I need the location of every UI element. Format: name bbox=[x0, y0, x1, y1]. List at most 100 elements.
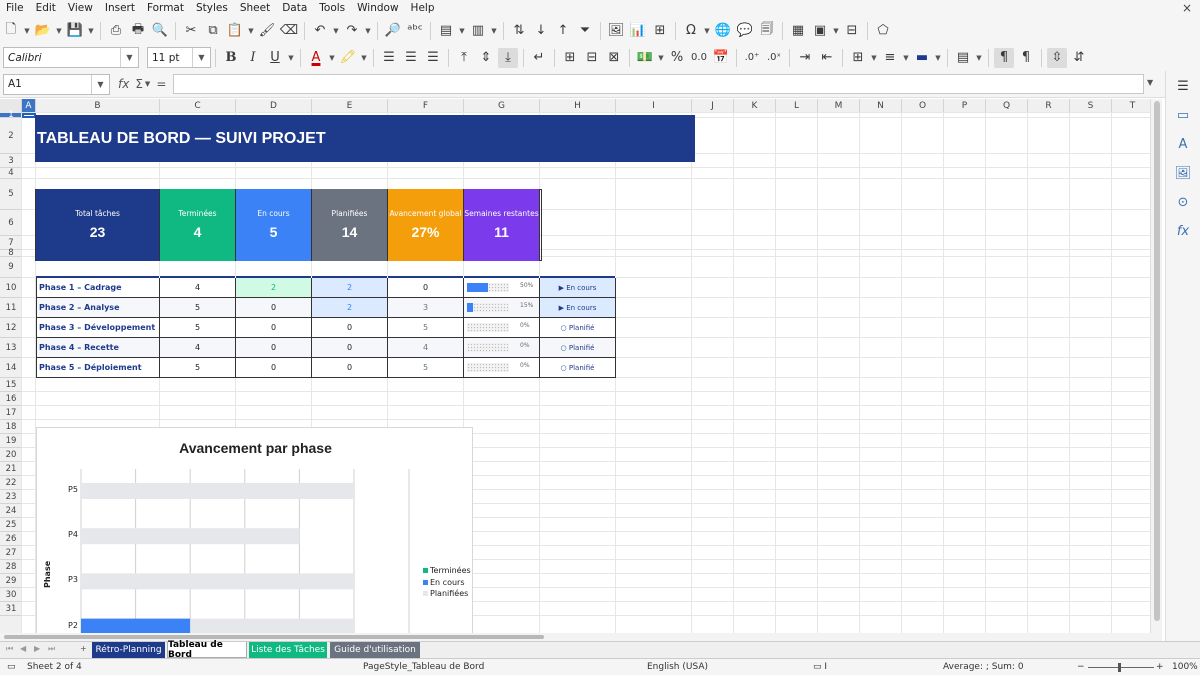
gallery-icon[interactable]: 🖼 bbox=[1174, 164, 1192, 182]
autofilter-icon[interactable]: ⏷ bbox=[575, 21, 595, 41]
column-header-i[interactable]: I bbox=[616, 99, 692, 113]
dashboard-title[interactable]: TABLEAU DE BORD — SUIVI PROJET bbox=[35, 115, 695, 162]
zoom-level[interactable]: 100% bbox=[1172, 662, 1198, 672]
redo-icon[interactable]: ↷ bbox=[342, 21, 362, 41]
prev-sheet-icon[interactable]: ◀ bbox=[20, 644, 26, 653]
pivot-table-icon[interactable]: ⊞ bbox=[650, 21, 670, 41]
chart-bar-planifiées[interactable] bbox=[81, 528, 300, 545]
phase-table-cell[interactable]: 0 bbox=[388, 278, 464, 298]
delete-decimal-icon[interactable]: .0ˣ bbox=[764, 48, 784, 68]
phase-table-cell[interactable]: 50% bbox=[464, 278, 540, 298]
chart-bar-planifiées[interactable] bbox=[81, 483, 354, 499]
show-draw-functions-icon[interactable]: ⬠ bbox=[873, 21, 893, 41]
border-style-icon[interactable]: ≡ bbox=[880, 48, 900, 68]
phase-table-cell[interactable]: 5 bbox=[160, 298, 236, 318]
underline-icon[interactable]: U bbox=[265, 48, 285, 68]
paste-icon[interactable]: 📋 bbox=[225, 21, 245, 41]
menu-file[interactable]: File bbox=[0, 0, 30, 17]
row-header-18[interactable]: 18 bbox=[0, 420, 22, 434]
chart-bar-planifiées[interactable] bbox=[190, 618, 354, 633]
column-header-r[interactable]: R bbox=[1028, 99, 1070, 113]
freeze-rows-columns-icon[interactable]: ▣ bbox=[810, 21, 830, 41]
insert-chart-icon[interactable]: 📊 bbox=[628, 21, 648, 41]
font-color-dropdown-icon[interactable]: ▼ bbox=[327, 48, 337, 68]
chart-legend-item[interactable]: Planifiées bbox=[423, 589, 468, 598]
next-sheet-icon[interactable]: ▶ bbox=[34, 644, 40, 653]
zoom-slider-knob[interactable] bbox=[1118, 663, 1121, 672]
menu-format[interactable]: Format bbox=[141, 0, 190, 17]
percent-format-icon[interactable]: % bbox=[667, 48, 687, 68]
save-dropdown-icon[interactable]: ▼ bbox=[86, 21, 96, 41]
phase-table-cell[interactable]: 0% bbox=[464, 338, 540, 358]
column-header-s[interactable]: S bbox=[1070, 99, 1112, 113]
conditional-format-icon[interactable]: ▤ bbox=[953, 48, 973, 68]
menu-tools[interactable]: Tools bbox=[313, 0, 351, 17]
special-character-icon[interactable]: Ω bbox=[681, 21, 701, 41]
column-header-a[interactable]: A bbox=[22, 99, 36, 113]
phase-table-cell[interactable]: ○ Planifié bbox=[540, 338, 616, 358]
column-dropdown-icon[interactable]: ▼ bbox=[489, 21, 499, 41]
spreadsheet-grid[interactable]: ABCDEFGHIJKLMNOPQRST 1 2 3 4 5 6 7 8 9 10 11 12 13 14… bbox=[0, 99, 1162, 633]
increase-indent-icon[interactable]: ⇥ bbox=[795, 48, 815, 68]
open-dropdown-icon[interactable]: ▼ bbox=[54, 21, 64, 41]
phase-table-cell[interactable]: Phase 2 – Analyse bbox=[36, 298, 160, 318]
column-header-q[interactable]: Q bbox=[986, 99, 1028, 113]
align-bottom-icon[interactable]: ⤓ bbox=[498, 47, 518, 68]
phase-table-cell[interactable]: ▶ En cours bbox=[540, 298, 616, 318]
sheet-tab[interactable]: Tableau de Bord bbox=[167, 640, 247, 660]
column-header-o[interactable]: O bbox=[902, 99, 944, 113]
align-right-icon[interactable]: ☰ bbox=[423, 48, 443, 68]
row-header-13[interactable]: 13 bbox=[0, 338, 22, 358]
phase-table-cell[interactable]: 0 bbox=[236, 298, 312, 318]
phase-table-cell[interactable]: ▶ En cours bbox=[540, 278, 616, 298]
sort-icon[interactable]: ⇅ bbox=[509, 21, 529, 41]
kpi-card[interactable]: Avancement global 27% bbox=[388, 189, 464, 261]
phase-table-cell[interactable]: 15% bbox=[464, 298, 540, 318]
font-name-dropdown-icon[interactable]: ▼ bbox=[120, 48, 138, 67]
phase-table-cell[interactable]: 4 bbox=[388, 338, 464, 358]
kpi-card[interactable]: Total tâches 23 bbox=[36, 189, 160, 261]
menu-edit[interactable]: Edit bbox=[30, 0, 62, 17]
border-style-dropdown-icon[interactable]: ▼ bbox=[901, 48, 911, 68]
row-header-29[interactable]: 29 bbox=[0, 574, 22, 588]
header-footer-icon[interactable]: 🗐 bbox=[757, 21, 777, 41]
row-header-5[interactable]: 5 bbox=[0, 179, 22, 210]
row-header-27[interactable]: 27 bbox=[0, 546, 22, 560]
column-header-m[interactable]: M bbox=[818, 99, 860, 113]
column-header-h[interactable]: H bbox=[540, 99, 616, 113]
merge-center-icon[interactable]: ⊞ bbox=[560, 48, 580, 68]
selection-mode-icon[interactable]: ▭ I bbox=[813, 662, 827, 672]
chart-legend-item[interactable]: Terminées bbox=[423, 566, 471, 575]
phase-table-cell[interactable]: 0 bbox=[236, 338, 312, 358]
align-middle-icon[interactable]: ⇕ bbox=[476, 48, 496, 68]
add-sheet-icon[interactable]: + bbox=[80, 644, 87, 653]
formula-icon[interactable]: = bbox=[156, 77, 166, 91]
column-header-t[interactable]: T bbox=[1112, 99, 1154, 113]
phase-table-cell[interactable]: 2 bbox=[312, 298, 388, 318]
cell-area[interactable]: TABLEAU DE BORD — SUIVI PROJET Total tâc… bbox=[21, 112, 1162, 633]
border-color-icon[interactable]: ▬ bbox=[912, 48, 932, 68]
column-icon[interactable]: ▥ bbox=[468, 21, 488, 41]
phase-table-cell[interactable]: Phase 1 – Cadrage bbox=[36, 278, 160, 298]
freeze-dropdown-icon[interactable]: ▼ bbox=[831, 21, 841, 41]
column-header-k[interactable]: K bbox=[734, 99, 776, 113]
phase-table-cell[interactable]: 2 bbox=[312, 278, 388, 298]
save-icon[interactable]: 💾 bbox=[65, 21, 85, 41]
row-header-23[interactable]: 23 bbox=[0, 490, 22, 504]
phase-table-cell[interactable]: 0 bbox=[312, 358, 388, 378]
first-sheet-icon[interactable]: ⏮ bbox=[6, 644, 13, 654]
column-header-d[interactable]: D bbox=[236, 99, 312, 113]
sort-ascending-icon[interactable]: ↓ bbox=[531, 21, 551, 41]
borders-icon[interactable]: ⊞ bbox=[848, 48, 868, 68]
row-header-2[interactable]: 2 bbox=[0, 118, 22, 154]
phase-table-cell[interactable]: ○ Planifié bbox=[540, 358, 616, 378]
zoom-in-icon[interactable]: + bbox=[1156, 662, 1164, 672]
spelling-icon[interactable]: ᵃᵇᶜ bbox=[405, 21, 425, 41]
sum-icon[interactable]: Σ bbox=[135, 77, 143, 91]
column-header-n[interactable]: N bbox=[860, 99, 902, 113]
language[interactable]: English (USA) bbox=[647, 662, 708, 672]
phase-table-cell[interactable]: 4 bbox=[160, 338, 236, 358]
merge-cells-icon[interactable]: ⊟ bbox=[582, 48, 602, 68]
row-header-15[interactable]: 15 bbox=[0, 378, 22, 392]
export-pdf-icon[interactable]: ⎙ bbox=[106, 21, 126, 41]
